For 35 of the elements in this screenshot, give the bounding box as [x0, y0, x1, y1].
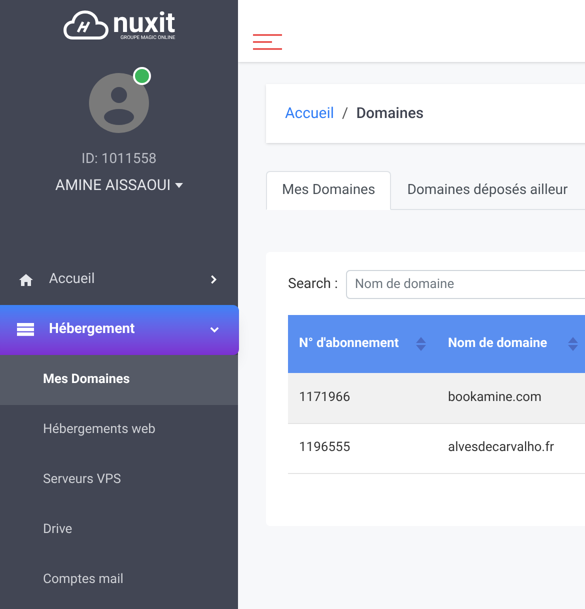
- caret-icon: [174, 182, 183, 188]
- sort-icon[interactable]: [416, 337, 426, 351]
- submenu-item[interactable]: Drive: [0, 504, 238, 554]
- breadcrumb-current: Domaines: [356, 103, 424, 124]
- sort-icon[interactable]: [568, 337, 578, 351]
- table-cell: 1171966: [288, 373, 437, 423]
- sidebar-item-label: Hébergement: [49, 320, 136, 339]
- tab[interactable]: Mes Domaines: [266, 171, 392, 210]
- sidebar-item[interactable]: Accueil: [0, 254, 238, 304]
- cloud-logo-icon: [62, 10, 109, 40]
- submenu-item[interactable]: Serveurs VPS: [0, 454, 238, 504]
- chevron-right-icon: [209, 275, 218, 284]
- menu-icon[interactable]: [253, 34, 283, 50]
- search-label: Search :: [288, 275, 338, 294]
- breadcrumb-separator: /: [342, 103, 348, 124]
- column-header[interactable]: Nom de domaine: [437, 315, 585, 373]
- user-menu[interactable]: AMINE AISSAOUI: [55, 174, 183, 196]
- sidebar-item-label: Accueil: [49, 270, 96, 289]
- table-cell: 1196555: [288, 423, 437, 473]
- home-icon: [18, 274, 32, 286]
- sidebar-item[interactable]: Hébergement: [0, 304, 239, 354]
- submenu-item[interactable]: Hébergements web: [0, 404, 238, 454]
- logo-wordmark: nuxit: [112, 10, 176, 36]
- server-icon: [17, 323, 34, 336]
- tab[interactable]: Domaines déposés ailleur: [391, 171, 584, 210]
- submenu-item[interactable]: Mes Domaines: [0, 354, 238, 404]
- breadcrumb-link[interactable]: Accueil: [285, 102, 334, 125]
- table-cell: bookamine.com: [437, 373, 585, 423]
- user-id: ID: 1011558: [82, 150, 156, 169]
- avatar-icon: [89, 73, 149, 133]
- submenu-item[interactable]: Comptes mail: [0, 554, 238, 604]
- search-field[interactable]: Nom de domaine: [346, 270, 585, 299]
- chevron-down-icon: [210, 325, 219, 334]
- table-cell: alvesdecarvalho.fr: [437, 423, 585, 473]
- column-header[interactable]: N° d'abonnement: [288, 315, 437, 373]
